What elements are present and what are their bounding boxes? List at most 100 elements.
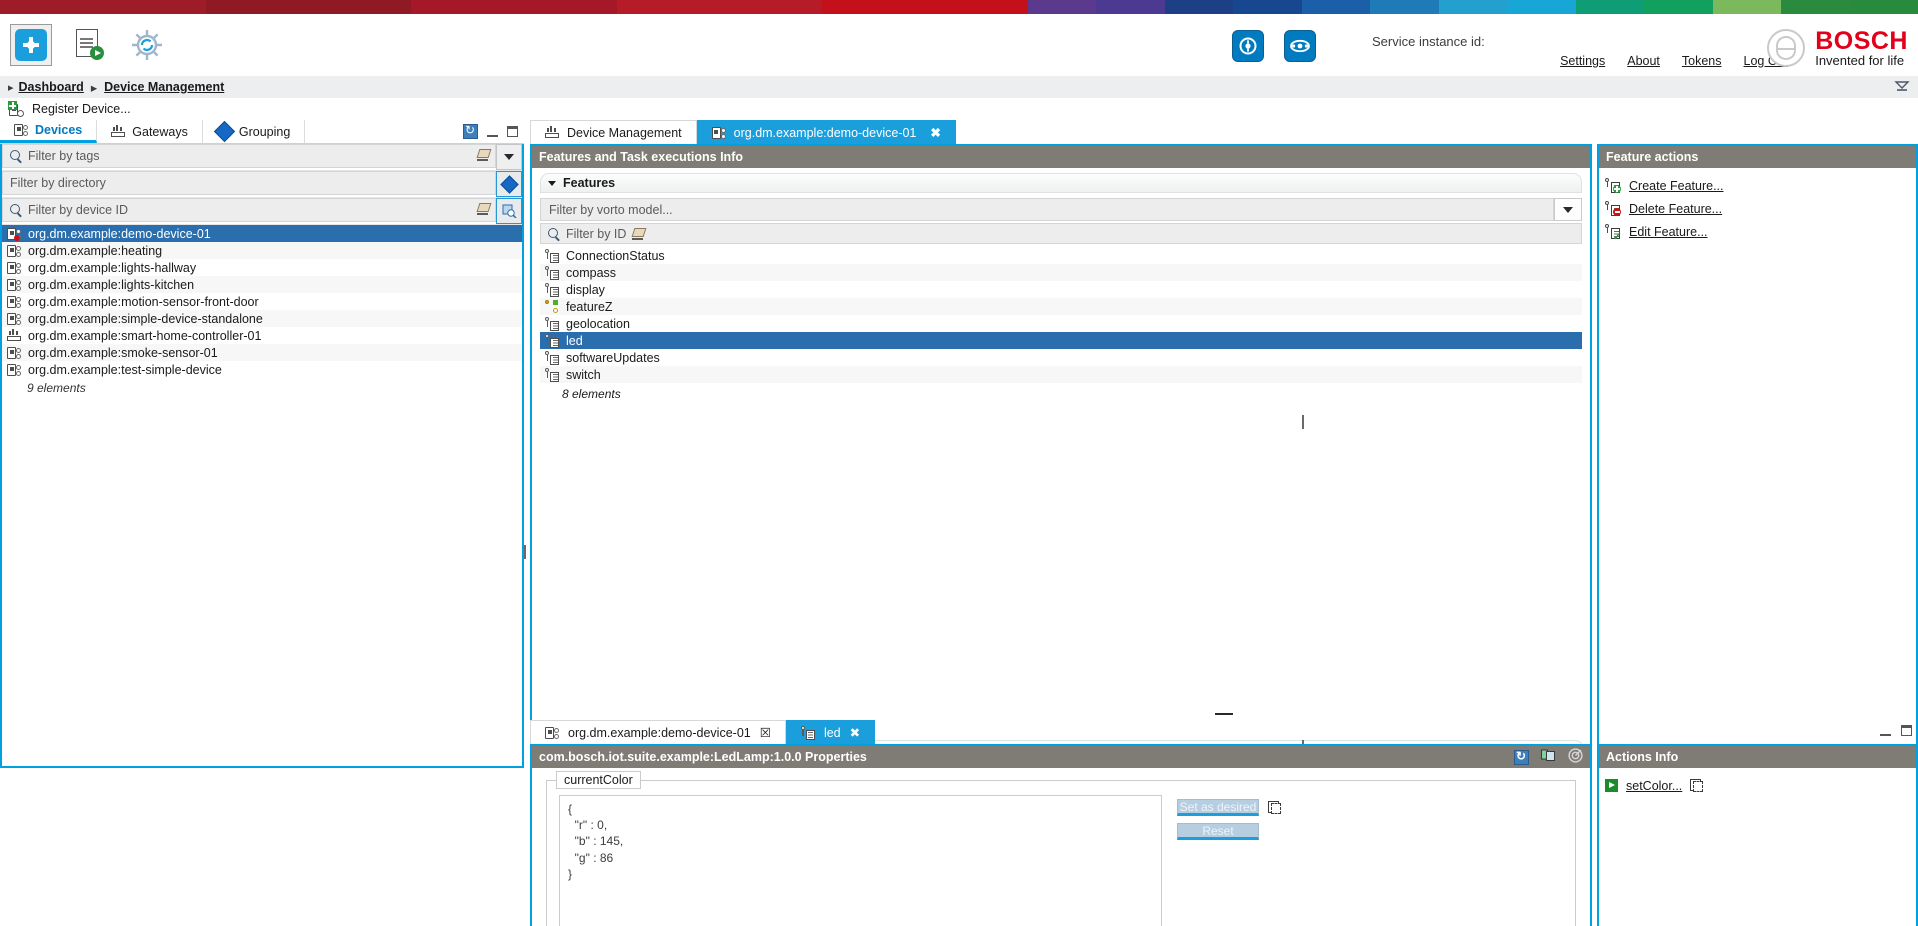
device-list[interactable]: org.dm.example:demo-device-01 org.dm.exam… — [2, 225, 522, 378]
tokens-link[interactable]: Tokens — [1682, 54, 1722, 68]
feature-action-row[interactable]: Edit Feature... — [1605, 220, 1910, 243]
close-icon[interactable]: ✖ — [930, 125, 940, 140]
feature-list-item[interactable]: featureZ — [540, 298, 1582, 315]
feature-list-item[interactable]: switch — [540, 366, 1582, 383]
minimize-icon[interactable] — [1880, 725, 1891, 736]
things-cloud-icon[interactable] — [1284, 30, 1316, 62]
filter-by-vorto-model-input[interactable]: Filter by vorto model... — [540, 198, 1554, 221]
close-icon[interactable]: ☒ — [760, 725, 771, 740]
tab-grouping[interactable]: Grouping — [203, 120, 306, 143]
breadcrumb: ▸ Dashboard ▸ Device Management — [0, 76, 1918, 98]
chevron-down-icon — [504, 154, 514, 160]
breadcrumb-item-device-management[interactable]: Device Management — [104, 80, 224, 94]
device-list-item[interactable]: org.dm.example:lights-hallway — [2, 259, 522, 276]
directory-picker-button[interactable] — [496, 171, 522, 197]
current-color-json-editor[interactable]: { "r" : 0, "b" : 145, "g" : 86 } — [559, 795, 1162, 926]
action-setcolor-link[interactable]: setColor... — [1626, 779, 1682, 793]
vorto-dropdown-button[interactable] — [1554, 198, 1582, 221]
brand-name: BOSCH — [1815, 27, 1908, 55]
breadcrumb-separator: ▸ — [90, 80, 98, 95]
script-run-icon[interactable] — [68, 24, 110, 66]
feature-action-row[interactable]: Delete Feature... — [1605, 197, 1910, 220]
settings-link[interactable]: Settings — [1560, 54, 1605, 68]
device-list-item-label: org.dm.example:simple-device-standalone — [28, 311, 263, 326]
maximize-icon[interactable] — [507, 126, 518, 137]
device-list-item[interactable]: org.dm.example:smart-home-controller-01 — [2, 327, 522, 344]
feature-list-item[interactable]: softwareUpdates — [540, 349, 1582, 366]
chevron-down-icon — [548, 180, 556, 186]
about-link[interactable]: About — [1627, 54, 1660, 68]
download-cloud-icon[interactable] — [1232, 30, 1264, 62]
feature-list[interactable]: ConnectionStatus compass display featureZ ge… — [540, 247, 1582, 383]
set-as-desired-button[interactable]: Set as desired — [1177, 799, 1259, 816]
device-list-item[interactable]: org.dm.example:demo-device-01 — [2, 225, 522, 242]
maximize-icon[interactable] — [1901, 725, 1912, 736]
feature-action-row[interactable]: Create Feature... — [1605, 174, 1910, 197]
duplicate-icon[interactable] — [1541, 749, 1556, 766]
feature-action-link[interactable]: Create Feature... — [1629, 179, 1724, 193]
advanced-search-button[interactable] — [496, 198, 522, 224]
device-list-item[interactable]: org.dm.example:motion-sensor-front-door — [2, 293, 522, 310]
reset-button[interactable]: Reset — [1177, 823, 1259, 840]
feature-actions-panel: Feature actions Create Feature... Delete … — [1597, 144, 1918, 768]
refresh-icon[interactable] — [463, 123, 478, 139]
close-icon[interactable]: ✖ — [850, 725, 860, 740]
feature-list-item[interactable]: display — [540, 281, 1582, 298]
features-group-header[interactable]: Features — [540, 173, 1582, 193]
device-list-item[interactable]: org.dm.example:lights-kitchen — [2, 276, 522, 293]
device-list-item[interactable]: org.dm.example:simple-device-standalone — [2, 310, 522, 327]
devices-panel: Devices Gateways Grouping ↻ Filter by ta… — [0, 120, 524, 768]
feature-list-item[interactable]: led — [540, 332, 1582, 349]
feature-list-item[interactable]: ConnectionStatus — [540, 247, 1582, 264]
color-strip-segment — [1507, 0, 1576, 14]
target-icon[interactable] — [1568, 748, 1583, 766]
feature-list-item[interactable]: geolocation — [540, 315, 1582, 332]
bottom-tab-led[interactable]: led ✖ — [785, 720, 876, 744]
copy-icon[interactable] — [1268, 801, 1281, 814]
register-device-action[interactable]: Register Device... — [32, 102, 131, 116]
current-color-legend: currentColor — [556, 771, 641, 789]
filter-by-directory-input[interactable]: Filter by directory — [2, 171, 496, 195]
feature-action-link[interactable]: Delete Feature... — [1629, 202, 1722, 216]
navigator-icon[interactable] — [10, 24, 52, 66]
clear-icon[interactable] — [477, 203, 490, 215]
color-strip-segment — [205, 0, 411, 14]
collapse-all-icon[interactable] — [1894, 79, 1910, 94]
features-section-title: Features and Task executions Info — [532, 146, 1590, 168]
vorto-filter-row: Filter by vorto model... — [540, 198, 1582, 221]
tab-demo-device-01[interactable]: org.dm.example:demo-device-01 ✖ — [696, 120, 956, 144]
vertical-splitter-left[interactable] — [524, 545, 526, 559]
feature-action-link[interactable]: Edit Feature... — [1629, 225, 1708, 239]
device-list-item[interactable]: org.dm.example:heating — [2, 242, 522, 259]
device-list-item-label: org.dm.example:smart-home-controller-01 — [28, 328, 262, 343]
breadcrumb-item-dashboard[interactable]: Dashboard — [19, 80, 84, 94]
filter-by-tags-input[interactable]: Filter by tags — [2, 144, 496, 168]
brand-tagline: Invented for life — [1815, 53, 1905, 69]
gateway-icon — [7, 328, 21, 343]
device-list-item[interactable]: org.dm.example:smoke-sensor-01 — [2, 344, 522, 361]
action-setcolor[interactable]: setColor... — [1605, 774, 1910, 797]
tab-gateways[interactable]: Gateways — [97, 120, 203, 143]
bottom-tab-demo-device-01[interactable]: org.dm.example:demo-device-01 ☒ — [530, 720, 786, 744]
color-strip-segment — [1164, 0, 1233, 14]
sync-gear-icon[interactable] — [126, 24, 168, 66]
properties-title: com.bosch.iot.suite.example:LedLamp:1.0.… — [539, 750, 867, 764]
clear-icon[interactable] — [632, 228, 645, 240]
filter-by-id-input[interactable]: Filter by ID — [540, 223, 1582, 244]
feature-actions-list: Create Feature... Delete Feature... Edit F… — [1599, 168, 1916, 249]
copy-icon[interactable] — [1690, 779, 1704, 792]
feature-list-item-label: ConnectionStatus — [566, 248, 665, 263]
filter-by-device-id-input[interactable]: Filter by device ID — [2, 198, 496, 222]
search-icon — [10, 150, 22, 162]
tags-dropdown-button[interactable] — [496, 144, 522, 170]
current-color-fieldset: currentColor { "r" : 0, "b" : 145, "g" :… — [546, 771, 1576, 926]
tab-device-management[interactable]: Device Management — [530, 120, 697, 144]
vertical-splitter-right[interactable] — [1302, 415, 1304, 429]
refresh-icon[interactable] — [1514, 749, 1529, 765]
clear-icon[interactable] — [477, 149, 490, 161]
panel-collapse-handle[interactable] — [1215, 713, 1233, 715]
minimize-icon[interactable] — [487, 126, 498, 137]
feature-list-item[interactable]: compass — [540, 264, 1582, 281]
tab-devices[interactable]: Devices — [0, 120, 98, 143]
device-list-item[interactable]: org.dm.example:test-simple-device — [2, 361, 522, 378]
